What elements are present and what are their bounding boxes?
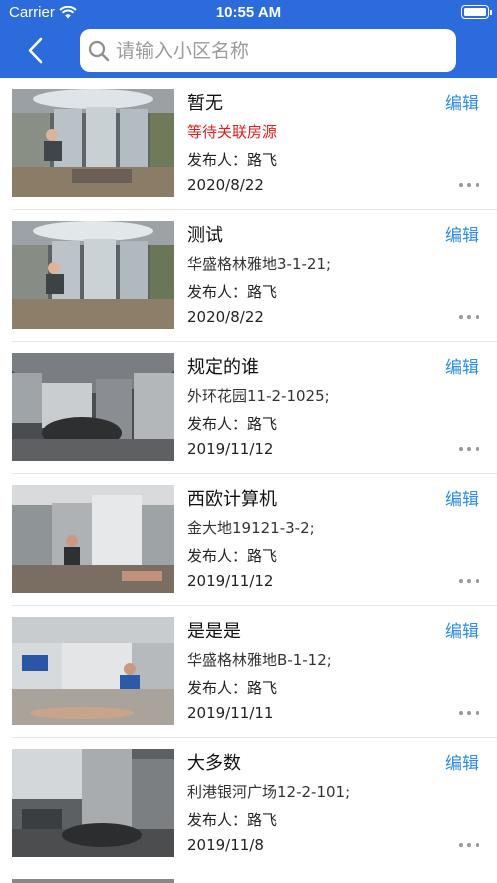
panorama-thumbnail[interactable]	[12, 221, 174, 329]
edit-button[interactable]: 编辑	[445, 89, 479, 114]
listing-list: 暂无 编辑 等待关联房源 发布人：路飞 2020/8/22 测试 编辑 华盛格林…	[0, 78, 497, 870]
listing-title: 是是是	[187, 621, 241, 642]
status-bar: Carrier 10:55 AM	[0, 0, 497, 26]
listing-publisher: 发布人：路飞	[187, 547, 278, 565]
search-input[interactable]	[116, 39, 436, 62]
next-item-thumbnail-partial	[12, 879, 174, 883]
more-icon[interactable]	[459, 446, 479, 452]
more-icon[interactable]	[459, 842, 479, 848]
listing-address: 等待关联房源	[187, 123, 278, 141]
list-item[interactable]: 西欧计算机 编辑 金大地19121-3-2; 发布人：路飞 2019/11/12	[12, 474, 497, 606]
listing-publisher: 发布人：路飞	[187, 283, 278, 301]
list-item[interactable]: 是是是 编辑 华盛格林雅地B-1-12; 发布人：路飞 2019/11/11	[12, 606, 497, 738]
edit-button[interactable]: 编辑	[445, 617, 479, 642]
listing-date: 2020/8/22	[187, 176, 264, 194]
listing-date: 2019/11/11	[187, 704, 274, 722]
edit-button[interactable]: 编辑	[445, 749, 479, 774]
more-icon[interactable]	[459, 182, 479, 188]
listing-title: 测试	[187, 225, 223, 246]
navigation-bar: Carrier 10:55 AM	[0, 0, 497, 78]
edit-button[interactable]: 编辑	[445, 353, 479, 378]
list-item[interactable]: 大多数 编辑 利港银河广场12-2-101; 发布人：路飞 2019/11/8	[12, 738, 497, 870]
listing-title: 暂无	[187, 93, 223, 114]
more-icon[interactable]	[459, 578, 479, 584]
edit-button[interactable]: 编辑	[445, 485, 479, 510]
listing-publisher: 发布人：路飞	[187, 151, 278, 169]
list-item[interactable]: 暂无 编辑 等待关联房源 发布人：路飞 2020/8/22	[12, 78, 497, 210]
panorama-thumbnail[interactable]	[12, 617, 174, 725]
search-icon	[88, 40, 110, 61]
listing-address: 华盛格林雅地B-1-12;	[187, 651, 332, 669]
listing-address: 外环花园11-2-1025;	[187, 387, 330, 405]
panorama-thumbnail[interactable]	[12, 749, 174, 857]
listing-publisher: 发布人：路飞	[187, 811, 278, 829]
list-item[interactable]: 测试 编辑 华盛格林雅地3-1-21; 发布人：路飞 2020/8/22	[12, 210, 497, 342]
more-icon[interactable]	[459, 314, 479, 320]
listing-address: 利港银河广场12-2-101;	[187, 783, 351, 801]
listing-date: 2019/11/8	[187, 836, 264, 854]
listing-publisher: 发布人：路飞	[187, 679, 278, 697]
listing-address: 金大地19121-3-2;	[187, 519, 315, 537]
battery-icon	[461, 5, 492, 19]
listing-address: 华盛格林雅地3-1-21;	[187, 255, 332, 273]
panorama-thumbnail[interactable]	[12, 89, 174, 197]
listing-title: 规定的谁	[187, 357, 259, 378]
panorama-thumbnail[interactable]	[12, 485, 174, 593]
listing-date: 2019/11/12	[187, 440, 274, 458]
edit-button[interactable]: 编辑	[445, 221, 479, 246]
search-bar[interactable]	[80, 29, 456, 72]
panorama-thumbnail[interactable]	[12, 353, 174, 461]
status-time: 10:55 AM	[215, 4, 282, 21]
back-button[interactable]	[22, 36, 52, 66]
listing-title: 西欧计算机	[187, 489, 277, 510]
listing-publisher: 发布人：路飞	[187, 415, 278, 433]
chevron-left-icon	[28, 37, 43, 64]
listing-title: 大多数	[187, 753, 241, 774]
list-item[interactable]: 规定的谁 编辑 外环花园11-2-1025; 发布人：路飞 2019/11/12	[12, 342, 497, 474]
listing-date: 2019/11/12	[187, 572, 274, 590]
more-icon[interactable]	[459, 710, 479, 716]
listing-date: 2020/8/22	[187, 308, 264, 326]
